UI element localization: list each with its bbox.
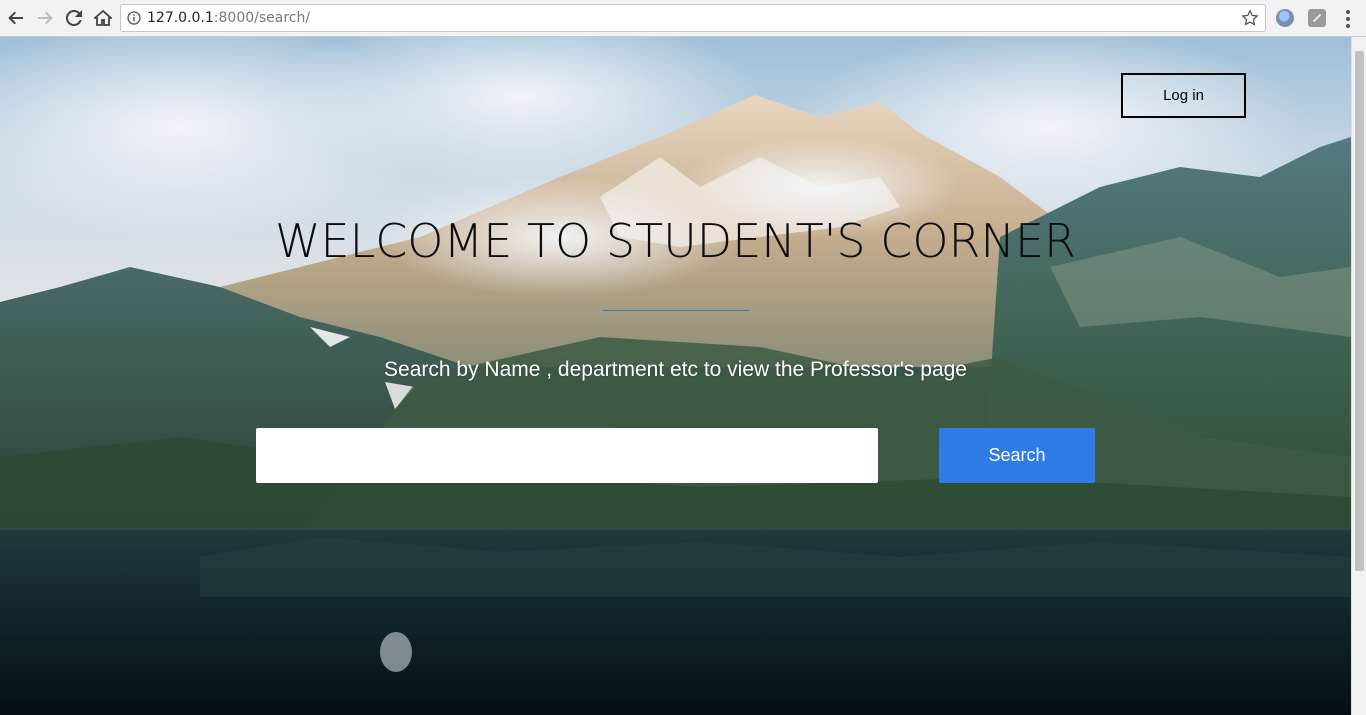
extension-icon-2[interactable] bbox=[1308, 9, 1326, 27]
reload-icon[interactable] bbox=[61, 5, 87, 31]
search-button[interactable]: Search bbox=[939, 428, 1095, 483]
extension-icon[interactable] bbox=[1276, 9, 1294, 27]
info-icon[interactable] bbox=[121, 11, 147, 25]
url-host: 127.0.0.1 bbox=[147, 10, 214, 26]
login-button[interactable]: Log in bbox=[1121, 73, 1246, 118]
url-text: 127.0.0.1:8000/search/ bbox=[147, 10, 310, 26]
star-icon[interactable] bbox=[1241, 9, 1259, 27]
scrollbar-thumb[interactable] bbox=[1355, 51, 1364, 571]
url-path: :8000/search/ bbox=[213, 10, 311, 26]
back-icon[interactable] bbox=[3, 5, 29, 31]
title-divider bbox=[602, 310, 750, 311]
menu-icon[interactable] bbox=[1340, 10, 1356, 28]
page-scrollbar[interactable] bbox=[1351, 37, 1366, 715]
address-bar[interactable]: 127.0.0.1:8000/search/ bbox=[120, 4, 1266, 32]
search-input[interactable] bbox=[256, 428, 878, 483]
page-title: WELCOME TO STUDENT'S CORNER bbox=[275, 214, 1076, 268]
forward-icon[interactable] bbox=[32, 5, 58, 31]
hero-section: Log in WELCOME TO STUDENT'S CORNER Searc… bbox=[0, 37, 1351, 715]
browser-toolbar: 127.0.0.1:8000/search/ bbox=[0, 0, 1366, 37]
search-hint: Search by Name , department etc to view … bbox=[384, 358, 967, 381]
home-icon[interactable] bbox=[90, 5, 116, 31]
